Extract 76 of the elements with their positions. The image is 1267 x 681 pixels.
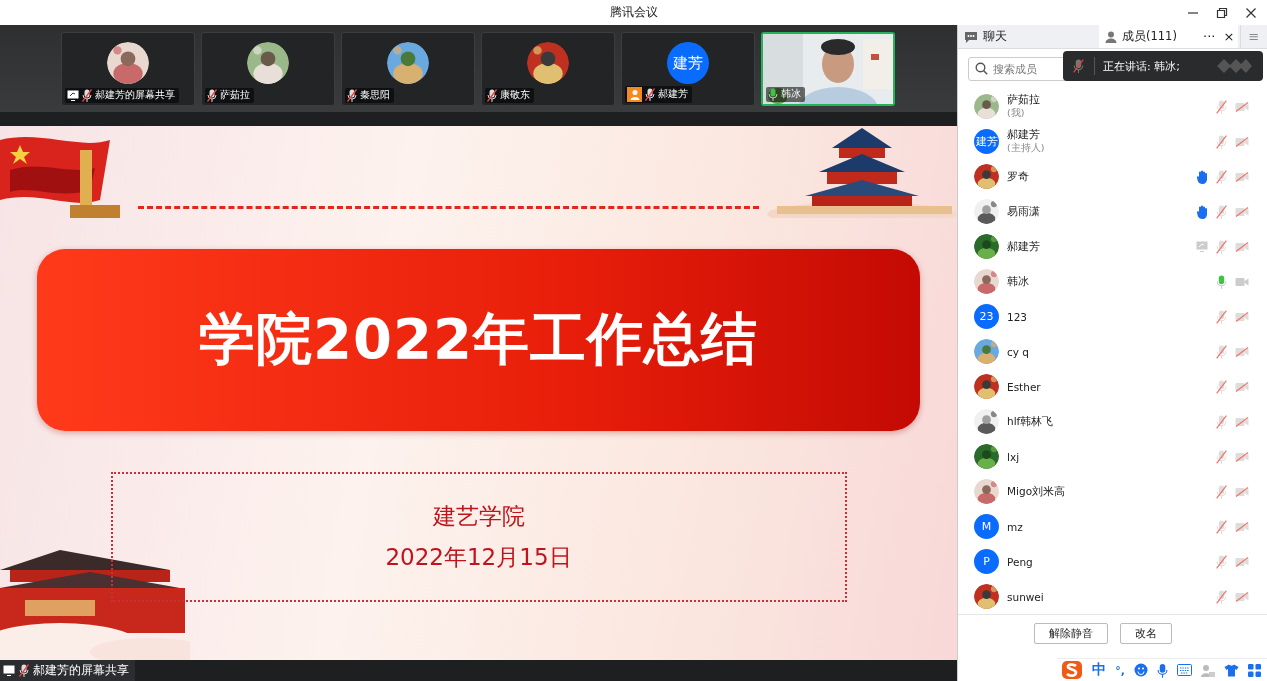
panel-tab[interactable]: 成员(111) <box>1099 25 1199 48</box>
more-button[interactable]: ··· <box>1199 25 1220 48</box>
participant-name: 郝建芳 <box>658 88 688 101</box>
close-button[interactable]: × <box>1219 25 1239 48</box>
slide-date: 2022年12月15日 <box>385 543 572 572</box>
video-tile[interactable]: 康敬东 <box>481 32 615 106</box>
panel-button[interactable]: 改名 <box>1119 623 1172 644</box>
avatar: 建芳 <box>667 42 709 84</box>
member-row[interactable]: Migo刘米高 <box>958 474 1267 509</box>
member-row[interactable]: hlf韩林飞 <box>958 404 1267 439</box>
member-name: Peng <box>1007 555 1033 568</box>
member-name: lxj <box>1007 450 1020 463</box>
close-icon[interactable] <box>1245 7 1257 19</box>
member-row[interactable]: sunwei <box>958 579 1267 614</box>
panel-tab[interactable]: 聊天 <box>958 25 1099 48</box>
participant-name: 康敬东 <box>500 89 530 102</box>
member-name: hlf韩林飞 <box>1007 414 1054 429</box>
video-tile[interactable]: 萨茹拉 <box>201 32 335 106</box>
member-row[interactable]: M mz <box>958 509 1267 544</box>
microphone-icon[interactable] <box>1157 662 1168 678</box>
video-tile[interactable]: 韩冰 <box>761 32 895 106</box>
member-name: Esther <box>1007 380 1041 393</box>
member-row[interactable]: 罗奇 <box>958 159 1267 194</box>
participant-name: 萨茹拉 <box>220 89 250 102</box>
member-row[interactable]: 23 123 <box>958 299 1267 334</box>
avatar: P <box>974 549 999 574</box>
person-icon <box>1105 30 1117 43</box>
avatar: M <box>974 514 999 539</box>
video-tile[interactable]: 郝建芳的屏幕共享 <box>61 32 195 106</box>
avatar: 23 <box>974 304 999 329</box>
member-row[interactable]: lxj <box>958 439 1267 474</box>
organization-name: 建艺学院 <box>432 502 525 531</box>
member-name: Migo刘米高 <box>1007 484 1066 499</box>
share-label-text: 郝建芳的屏幕共享 <box>33 663 129 678</box>
screen-share-icon <box>3 665 15 676</box>
member-row[interactable]: 郝建芳 <box>958 229 1267 264</box>
video-tile[interactable]: 建芳 郝建芳 <box>621 32 755 106</box>
keyboard-icon[interactable] <box>1177 664 1192 676</box>
input-mode-toggle[interactable]: 中 <box>1092 661 1107 679</box>
punctuation-toggle[interactable]: °, <box>1115 663 1125 677</box>
member-role: (我) <box>1007 107 1026 120</box>
avatar: 建芳 <box>974 129 999 154</box>
participant-name: 秦思阳 <box>360 89 390 102</box>
participant-name: 郝建芳的屏幕共享 <box>95 89 175 102</box>
member-name: 郝建芳 <box>1007 239 1040 254</box>
window-title: 腾讯会议 <box>609 4 658 21</box>
member-name: mz <box>1007 520 1023 533</box>
member-row[interactable]: 萨茹拉 (我) <box>958 89 1267 124</box>
panel-button[interactable]: 解除静音 <box>1033 623 1108 644</box>
video-tile[interactable]: 秦思阳 <box>341 32 475 106</box>
logo-icon <box>1215 57 1253 75</box>
slide-title: 学院2022年工作总结 <box>199 305 758 373</box>
emoji-icon[interactable] <box>1134 663 1148 677</box>
member-name: 郝建芳 <box>1007 128 1041 142</box>
member-name: 韩冰 <box>1007 274 1029 289</box>
member-name: 萨茹拉 <box>1007 93 1040 107</box>
apps-icon[interactable] <box>1248 663 1261 677</box>
member-role: (主持人) <box>1007 142 1045 155</box>
member-name: 罗奇 <box>1007 169 1029 184</box>
chat-icon <box>964 30 978 43</box>
member-row[interactable]: 韩冰 <box>958 264 1267 299</box>
member-row[interactable]: 易雨潇 <box>958 194 1267 229</box>
participant-name: 韩冰 <box>781 88 801 101</box>
member-name: 123 <box>1007 310 1028 323</box>
member-name: cy q <box>1007 345 1029 358</box>
member-row[interactable]: Esther <box>958 369 1267 404</box>
member-row[interactable]: cy q <box>958 334 1267 369</box>
member-row[interactable]: P Peng <box>958 544 1267 579</box>
member-name: 易雨潇 <box>1007 204 1040 219</box>
restore-icon[interactable] <box>1216 7 1228 19</box>
logo-icon[interactable] <box>1061 660 1084 680</box>
member-name: sunwei <box>1007 590 1044 603</box>
shirt-icon[interactable] <box>1224 663 1239 677</box>
search-icon <box>975 62 988 75</box>
muted-microphone-icon <box>1073 59 1084 73</box>
speaking-text: 正在讲话: 韩冰; <box>1103 58 1180 74</box>
